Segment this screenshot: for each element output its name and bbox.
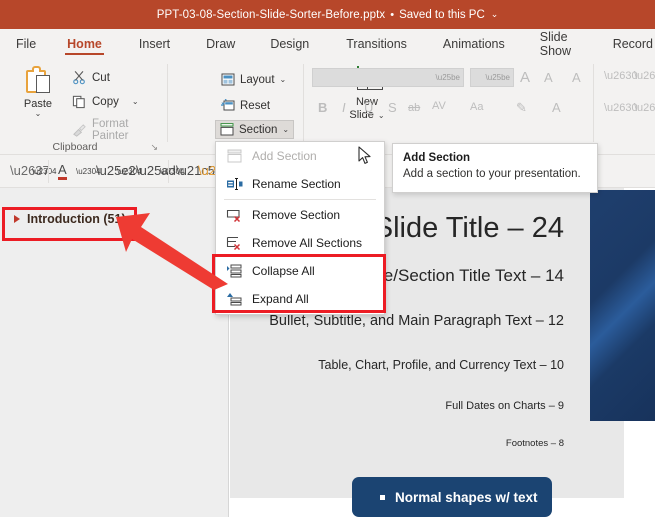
tab-animations[interactable]: Animations — [441, 29, 507, 58]
grow-font-icon[interactable]: A — [520, 69, 530, 86]
text-shadow-button[interactable]: S — [388, 100, 397, 115]
font-name-input[interactable]: \u25be — [312, 68, 464, 87]
bullets-icon[interactable]: \u2630 — [604, 70, 638, 82]
section-chevron-down-icon[interactable]: ⌄ — [282, 125, 289, 134]
add-section-tooltip: Add Section Add a section to your presen… — [392, 143, 598, 193]
slide-text-line-2: Bullet, Subtitle, and Main Paragraph Tex… — [269, 313, 564, 329]
align-center-icon[interactable]: \u2630 — [634, 102, 655, 114]
format-painter-label: Format Painter — [92, 118, 129, 142]
menu-item-remove-all-sections-label: Remove All Sections — [252, 236, 363, 250]
section-label: Section — [239, 123, 278, 136]
ribbon-group-paragraph: \u2630 \u2630 \u2630 \u2630 — [594, 58, 655, 155]
arrange-chevron-down-icon[interactable]: \u2304 — [32, 168, 56, 176]
slide-text-line-3: Table, Chart, Profile, and Currency Text… — [318, 358, 564, 372]
saved-status-label[interactable]: Saved to this PC — [399, 9, 485, 21]
section-button[interactable]: Section ⌄ — [215, 120, 295, 139]
tooltip-title: Add Section — [403, 152, 471, 164]
menu-item-rename-section[interactable]: Rename Section — [216, 170, 384, 198]
tab-file[interactable]: File — [14, 29, 38, 58]
add-section-icon — [226, 149, 243, 163]
menu-item-remove-section-label: Remove Section — [252, 208, 341, 222]
shape-text-color-icon[interactable]: A — [58, 162, 67, 180]
copy-chevron-down-icon[interactable]: ⌄ — [132, 97, 139, 106]
chevron-down-icon[interactable]: ⌄ — [491, 9, 499, 20]
document-title: PPT-03-08-Section-Slide-Sorter-Before.pp… — [156, 8, 386, 21]
strikethrough-button[interactable]: ab — [408, 102, 420, 114]
clipboard-icon — [23, 66, 53, 96]
tab-slide-show[interactable]: Slide Show — [538, 29, 580, 58]
clear-formatting-icon[interactable]: A — [572, 70, 581, 85]
tooltip-body: Add a section to your presentation. — [403, 168, 581, 180]
slide-decorative-blue-panel — [590, 190, 655, 421]
reset-label: Reset — [240, 99, 271, 112]
layout-chevron-down-icon[interactable]: ⌄ — [280, 75, 287, 84]
shrink-font-icon[interactable]: A — [544, 70, 553, 85]
tab-insert[interactable]: Insert — [137, 29, 172, 58]
section-icon — [220, 123, 234, 136]
layout-icon — [221, 73, 235, 86]
menu-item-remove-all-sections[interactable]: Remove All Sections — [216, 229, 384, 257]
annotation-arrow — [110, 205, 235, 295]
slide-text-line-0: Slide Title – 24 — [373, 212, 564, 244]
font-name-chevron-down-icon[interactable]: \u25be — [436, 73, 460, 82]
slide-callout-shape[interactable]: Normal shapes w/ text — [352, 477, 552, 517]
clipboard-group-label: Clipboard — [52, 141, 98, 153]
copy-button[interactable]: Copy ⌄ — [72, 94, 139, 109]
slide-text-line-5: Footnotes – 8 — [505, 438, 564, 449]
reset-button[interactable]: Reset — [217, 96, 274, 115]
text-highlight-color-button[interactable]: ✎ — [516, 100, 527, 116]
tab-transitions[interactable]: Transitions — [344, 29, 409, 58]
callout-bullet-icon — [380, 494, 385, 500]
rename-section-icon — [226, 177, 243, 191]
callout-label: Normal shapes w/ text — [395, 489, 538, 505]
clipboard-dialog-launcher[interactable]: ↘ — [150, 142, 158, 153]
reset-icon — [217, 96, 235, 112]
paste-chevron-down-icon[interactable]: ⌄ — [12, 110, 64, 118]
powerpoint-window: PPT-03-08-Section-Slide-Sorter-Before.pp… — [0, 0, 655, 517]
cut-label: Cut — [92, 71, 110, 84]
font-color-button[interactable]: A — [552, 100, 561, 115]
mouse-cursor-icon — [358, 146, 372, 171]
change-case-button[interactable]: Aa — [470, 101, 483, 113]
title-separator: • — [390, 8, 395, 21]
bold-button[interactable]: B — [318, 100, 327, 115]
layout-button[interactable]: Layout ⌄ — [217, 70, 290, 89]
underline-button[interactable]: U — [364, 100, 373, 115]
tab-draw[interactable]: Draw — [204, 29, 237, 58]
font-size-input[interactable]: \u25be — [470, 68, 514, 87]
tab-design[interactable]: Design — [268, 29, 311, 58]
menu-separator — [224, 199, 376, 200]
annotation-highlight-menu-items — [212, 254, 386, 313]
scissors-icon — [72, 70, 87, 85]
align-left-icon[interactable]: \u2630 — [604, 102, 638, 114]
copy-icon — [72, 94, 87, 109]
format-painter-button: Format Painter — [72, 118, 168, 142]
menu-item-remove-section[interactable]: Remove Section — [216, 201, 384, 229]
font-size-chevron-down-icon[interactable]: \u25be — [486, 73, 510, 82]
paintbrush-icon — [72, 123, 87, 138]
menu-item-add-section-label: Add Section — [252, 149, 317, 163]
cut-button[interactable]: Cut — [72, 70, 110, 85]
italic-button[interactable]: I — [342, 100, 346, 115]
tab-home[interactable]: Home — [65, 29, 104, 58]
copy-label: Copy — [92, 95, 119, 108]
numbering-icon[interactable]: \u2630 — [634, 70, 655, 82]
ribbon-tab-strip: File Home Insert Draw Design Transitions… — [0, 29, 655, 58]
tab-record[interactable]: Record — [611, 29, 655, 58]
menu-item-rename-section-label: Rename Section — [252, 177, 341, 191]
title-bar: PPT-03-08-Section-Slide-Sorter-Before.pp… — [0, 0, 655, 29]
layout-label: Layout — [240, 73, 275, 86]
character-spacing-button[interactable]: AV — [432, 100, 446, 112]
slide-text-line-4: Full Dates on Charts – 9 — [445, 400, 564, 412]
paste-button[interactable]: Paste ⌄ — [12, 66, 64, 118]
ribbon-group-clipboard: Paste ⌄ Cut Copy ⌄ Format Painter Clipbo… — [0, 58, 168, 155]
